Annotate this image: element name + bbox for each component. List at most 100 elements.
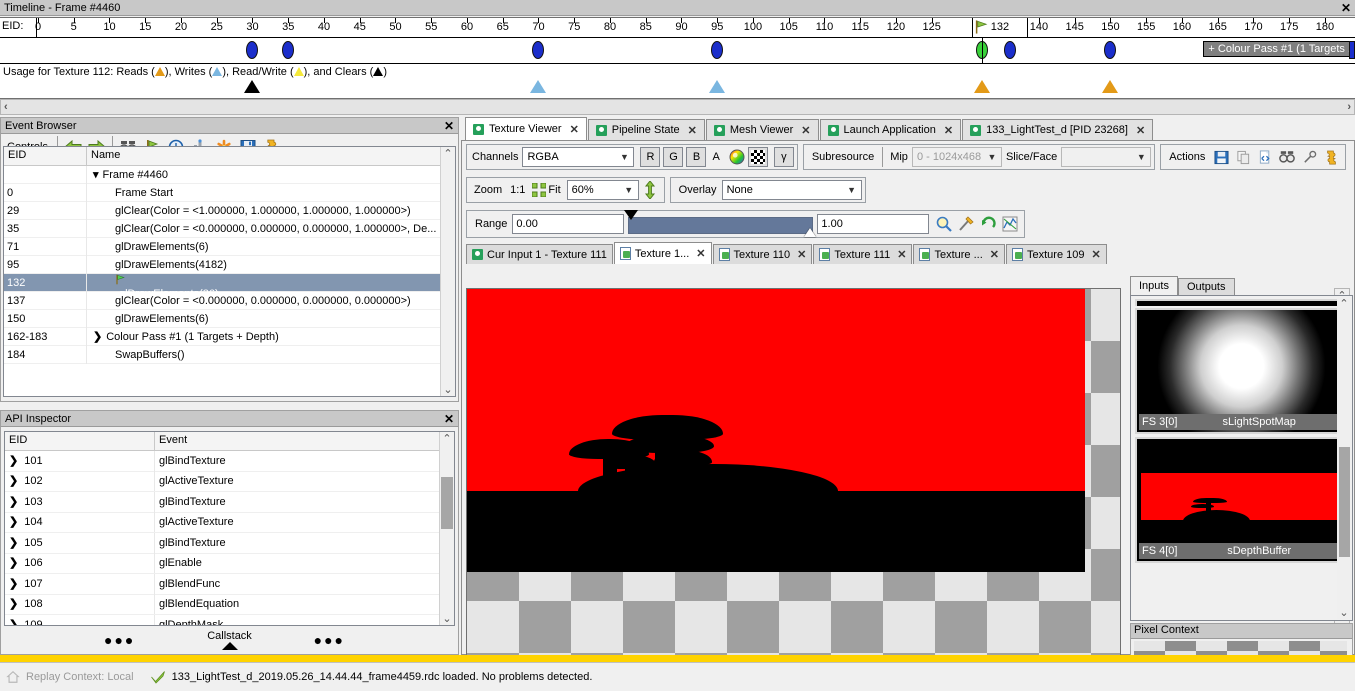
texture-tab[interactable]: Cur Input 1 - Texture 111 <box>466 244 613 264</box>
chevron-right-icon[interactable]: ❯ <box>9 471 18 491</box>
table-row[interactable]: ❯ 102 glActiveTexture <box>5 471 454 492</box>
export-icon[interactable] <box>1254 147 1276 167</box>
io-scroll-down-icon[interactable]: ⌄ <box>1339 606 1348 619</box>
chevron-right-icon[interactable]: ❯ <box>9 533 18 553</box>
api-inspector-table[interactable]: EID Event ❯ 101 glBindTexture ❯ 102 glActiveT… <box>4 431 455 626</box>
overlay-select[interactable]: None ▼ <box>721 180 862 200</box>
one-to-one-button[interactable]: 1:1 <box>510 184 531 196</box>
pin-icon[interactable] <box>1298 147 1320 167</box>
io-tab-bar[interactable]: Inputs Outputs <box>1130 276 1353 295</box>
range-slider-min-handle[interactable] <box>624 210 639 220</box>
chevron-right-icon[interactable]: ❯ <box>93 331 102 343</box>
gamma-button[interactable]: γ <box>773 147 794 167</box>
timeline-marker-row[interactable]: + Colour Pass #1 (1 Targets ... <box>0 38 1355 64</box>
range-slider-max-handle[interactable] <box>804 228 817 237</box>
texture-tab-strip[interactable]: Cur Input 1 - Texture 111 Texture 1... ✕ Te… <box>462 242 1354 264</box>
table-row[interactable]: 71 glDrawElements(6) <box>4 237 455 256</box>
api-inspector-rows[interactable]: ❯ 101 glBindTexture ❯ 102 glActiveTexture ❯ 103… <box>5 450 454 625</box>
texture-tab[interactable]: Texture 109 ✕ <box>1005 244 1107 264</box>
colour-wheel-icon[interactable] <box>726 147 748 167</box>
table-row[interactable]: 0 Frame Start <box>4 183 455 202</box>
api-scroll-down-icon[interactable]: ⌄ <box>442 612 451 625</box>
texture-tab[interactable]: Texture 111 ✕ <box>813 244 913 264</box>
document-tab-bar[interactable]: Texture Viewer ✕ Pipeline State ✕ Mesh Viewe… <box>461 117 1355 140</box>
timeline-scroll-left-icon[interactable]: ‹ <box>4 101 8 113</box>
scroll-up-icon[interactable]: ⌃ <box>443 147 452 160</box>
tab-133-lighttest-d-pid-23268[interactable]: 133_LightTest_d [PID 23268] ✕ <box>962 119 1154 140</box>
chevron-down-icon[interactable]: ▾ <box>93 169 99 181</box>
thumbnail-partial[interactable] <box>1135 299 1348 306</box>
event-browser-rows[interactable]: ▾ Frame #4460 0 Frame Start 29 glClear(Color … <box>4 165 455 364</box>
close-icon[interactable]: ✕ <box>897 248 906 261</box>
io-dock-scrollbar[interactable]: ⌃ ⌄ <box>1337 297 1351 619</box>
table-row[interactable]: ▾ Frame #4460 <box>4 165 455 184</box>
timeline-ruler[interactable]: EID: 0 5 10 15 20 25 30 35 40 45 50 55 60 65 70 75 80 85 9… <box>0 18 1355 38</box>
mip-select[interactable]: 0 - 1024x468 ▼ <box>911 147 1002 167</box>
texture-image[interactable] <box>467 289 1085 572</box>
splitter-grip-right[interactable]: ●●● <box>314 632 345 648</box>
range-slider-track[interactable] <box>628 217 814 234</box>
table-row[interactable]: ❯ 107 glBlendFunc <box>5 573 454 595</box>
timeline-pass-marker[interactable] <box>1349 41 1355 59</box>
extension-icon[interactable] <box>1320 147 1342 167</box>
channel-button-b[interactable]: B <box>686 147 707 167</box>
table-row[interactable]: 137 glClear(Color = <0.000000, 0.000000, … <box>4 291 455 310</box>
tab-texture-viewer[interactable]: Texture Viewer ✕ <box>465 117 587 140</box>
flip-vertical-icon[interactable] <box>639 180 661 200</box>
auto-fit-range-icon[interactable] <box>955 214 977 234</box>
table-row[interactable]: ❯ 103 glBindTexture <box>5 491 454 513</box>
timeline-draw-marker[interactable] <box>246 41 259 59</box>
close-icon[interactable]: ✕ <box>688 124 697 137</box>
io-thumbnail-list[interactable]: FS 3[0] sLightSpotMap FS 4[0] sDepthBuff… <box>1130 295 1353 621</box>
copy-icon[interactable] <box>1232 147 1254 167</box>
zoom-range-icon[interactable] <box>933 214 955 234</box>
histogram-icon[interactable] <box>999 214 1021 234</box>
timeline-horizontal-scrollbar[interactable]: ‹ › <box>0 99 1355 115</box>
checkerboard-icon[interactable] <box>747 147 768 167</box>
chevron-right-icon[interactable]: ❯ <box>9 615 18 625</box>
slice-face-select[interactable]: ▼ <box>1061 147 1152 167</box>
io-tab-outputs[interactable]: Outputs <box>1177 278 1235 295</box>
save-icon[interactable] <box>1210 147 1232 167</box>
table-row[interactable]: ❯ 105 glBindTexture <box>5 532 454 554</box>
timeline-draw-marker[interactable] <box>1004 41 1017 59</box>
tab-pipeline-state[interactable]: Pipeline State ✕ <box>587 119 705 140</box>
io-tab-inputs[interactable]: Inputs <box>1130 276 1178 295</box>
texture-tab[interactable]: Texture 110 ✕ <box>712 244 813 264</box>
table-row[interactable]: ❯ 106 glEnable <box>5 553 454 574</box>
zoom-select[interactable]: 60% ▼ <box>566 180 639 200</box>
callstack-expand-icon[interactable] <box>221 642 238 650</box>
scroll-down-icon[interactable]: ⌄ <box>443 383 452 396</box>
table-row[interactable]: 150 glDrawElements(6) <box>4 309 455 328</box>
table-row[interactable]: 162-183 ❯ Colour Pass #1 (1 Targets + Dept… <box>4 327 455 346</box>
timeline-draw-marker[interactable] <box>711 41 724 59</box>
fit-icon[interactable] <box>531 180 547 200</box>
table-row[interactable]: ❯ 109 glDepthMask <box>5 614 454 625</box>
range-slider[interactable] <box>624 210 817 237</box>
api-scroll-up-icon[interactable]: ⌃ <box>442 432 451 445</box>
tab-launch-application[interactable]: Launch Application ✕ <box>819 119 962 140</box>
event-browser-tree[interactable]: EID Name ▾ Frame #4460 0 Frame Start 29 glCle… <box>3 146 456 397</box>
close-icon[interactable]: ✕ <box>801 124 810 137</box>
close-icon[interactable]: ✕ <box>990 248 999 261</box>
reset-range-icon[interactable] <box>977 214 999 234</box>
table-row[interactable]: ❯ 101 glBindTexture <box>5 450 454 472</box>
tab-mesh-viewer[interactable]: Mesh Viewer ✕ <box>705 119 819 140</box>
fit-label[interactable]: Fit <box>547 184 566 196</box>
chevron-right-icon[interactable]: ❯ <box>9 574 18 594</box>
event-browser-close-icon[interactable]: ✕ <box>444 120 454 132</box>
table-row[interactable]: 35 glClear(Color = <0.000000, 0.000000, 0… <box>4 219 455 238</box>
table-row[interactable]: 184 SwapBuffers() <box>4 345 455 364</box>
io-scroll-up-icon[interactable]: ⌃ <box>1339 297 1348 310</box>
channel-button-g[interactable]: G <box>663 147 684 167</box>
channel-button-a[interactable]: A <box>712 151 719 163</box>
close-icon[interactable]: ✕ <box>696 247 705 260</box>
chevron-right-icon[interactable]: ❯ <box>9 512 18 532</box>
splitter-grip-left[interactable]: ●●● <box>104 632 135 648</box>
texture-tab[interactable]: Texture ... ✕ <box>913 244 1005 264</box>
thumbnail-light-spot-map[interactable]: FS 3[0] sLightSpotMap <box>1135 308 1348 434</box>
chevron-right-icon[interactable]: ❯ <box>9 492 18 512</box>
thumbnail-depth-buffer[interactable]: FS 4[0] sDepthBuffer <box>1135 437 1348 563</box>
chevron-right-icon[interactable]: ❯ <box>9 451 18 471</box>
timeline-draw-marker[interactable] <box>282 41 295 59</box>
